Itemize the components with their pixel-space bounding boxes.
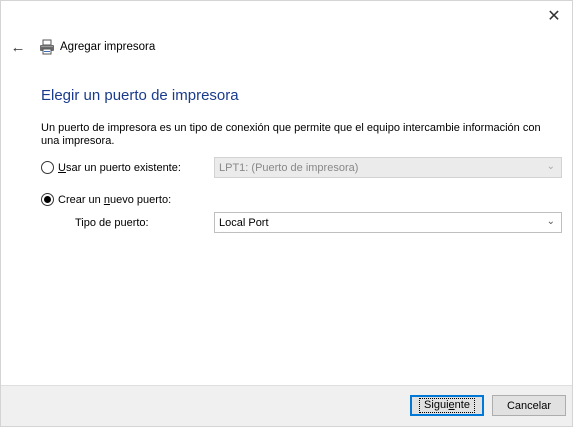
- new-port-radio[interactable]: [41, 193, 54, 206]
- cancel-button-label: Cancelar: [506, 399, 552, 412]
- chevron-down-icon: ⌄: [546, 216, 555, 227]
- back-arrow-icon: ←: [10, 38, 26, 56]
- next-button[interactable]: Siguiente: [410, 395, 484, 416]
- radio-selected-dot: [44, 196, 51, 203]
- cancel-button[interactable]: Cancelar: [492, 395, 566, 416]
- chevron-down-icon: ⌄: [546, 161, 555, 172]
- wizard-title: Agregar impresora: [39, 39, 155, 55]
- back-button[interactable]: ←: [9, 38, 27, 56]
- next-button-label: Siguiente: [419, 398, 475, 413]
- port-type-select[interactable]: Local Port ⌄: [214, 212, 562, 233]
- port-type-label: Tipo de puerto:: [75, 217, 149, 229]
- printer-icon: [39, 39, 55, 55]
- description-text: Un puerto de impresora es un tipo de con…: [41, 122, 541, 147]
- new-port-label: Crear un nuevo puerto:: [58, 193, 172, 206]
- close-button[interactable]: ✕: [544, 7, 564, 27]
- page-heading: Elegir un puerto de impresora: [41, 87, 239, 104]
- new-port-option[interactable]: Crear un nuevo puerto:: [41, 193, 171, 206]
- existing-port-select: LPT1: (Puerto de impresora) ⌄: [214, 157, 562, 178]
- add-printer-window: ✕ ← Agregar impresora Elegir un puerto d…: [0, 0, 573, 427]
- existing-port-radio[interactable]: [41, 161, 54, 174]
- existing-port-label: Usar un puerto existente:: [58, 161, 181, 174]
- wizard-footer: Siguiente Cancelar: [1, 385, 572, 426]
- port-type-row: Tipo de puerto:: [75, 217, 149, 229]
- window-title: Agregar impresora: [60, 41, 156, 53]
- port-type-value: Local Port: [219, 216, 269, 229]
- existing-port-option[interactable]: Usar un puerto existente:: [41, 161, 181, 174]
- close-icon: ✕: [547, 8, 561, 25]
- existing-port-value: LPT1: (Puerto de impresora): [219, 161, 359, 174]
